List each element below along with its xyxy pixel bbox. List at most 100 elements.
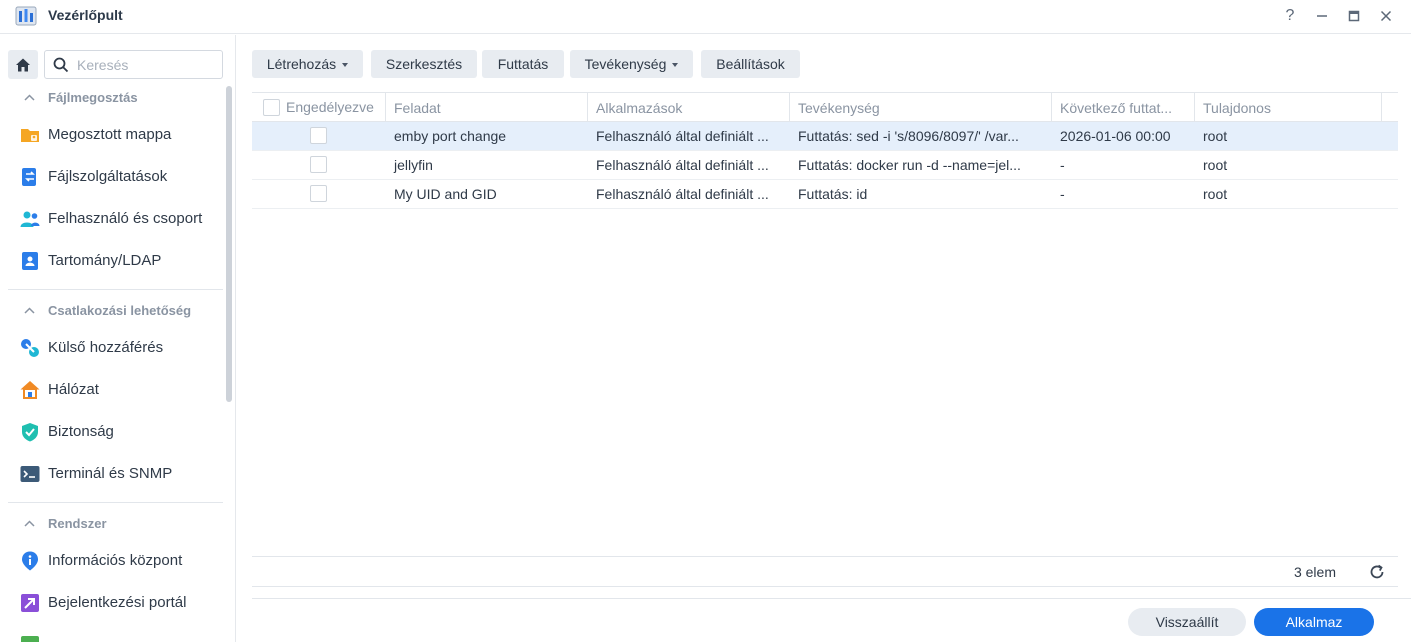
cell-task: jellyfin <box>394 157 433 173</box>
info-icon <box>22 551 38 571</box>
footer-divider <box>252 598 1411 599</box>
cell-task: emby port change <box>394 128 507 144</box>
sidebar-item-label: Hálózat <box>48 381 99 398</box>
section-title: Rendszer <box>48 515 107 531</box>
sidebar-item-label: Külső hozzáférés <box>48 339 164 356</box>
column-task[interactable]: Feladat <box>386 93 588 122</box>
create-label: Létrehozás <box>266 56 337 72</box>
users-icon <box>20 211 40 227</box>
sidebar-scrollbar[interactable] <box>226 86 232 402</box>
column-enabled[interactable]: Engedélyezve <box>252 93 386 122</box>
column-label: Engedélyezve <box>286 99 374 115</box>
search-box[interactable] <box>44 50 223 79</box>
cell-app: Felhasználó által definiált ... <box>596 186 769 202</box>
cell-app: Felhasználó által definiált ... <box>596 157 769 173</box>
column-applications[interactable]: Alkalmazások <box>588 93 790 122</box>
enabled-checkbox[interactable] <box>310 127 327 144</box>
refresh-icon[interactable] <box>1368 563 1386 581</box>
home-icon <box>16 58 30 71</box>
section-system[interactable]: Rendszer <box>22 513 107 533</box>
table-footer: 3 elem <box>252 556 1398 587</box>
cell-owner: root <box>1203 186 1228 202</box>
cell-next-run: - <box>1060 186 1065 202</box>
terminal-icon <box>20 466 40 482</box>
sidebar-item-info-center[interactable]: Információs központ <box>0 543 225 579</box>
task-table: Engedélyezve Feladat Alkalmazások Tevéke… <box>252 92 1398 587</box>
enabled-checkbox[interactable] <box>310 185 327 202</box>
sidebar-item-partial[interactable] <box>0 627 225 642</box>
create-dropdown-button[interactable]: Létrehozás <box>252 50 363 78</box>
sidebar-item-file-services[interactable]: Fájlszolgáltatások <box>0 159 225 195</box>
section-title: Csatlakozási lehetőség <box>48 302 192 318</box>
sidebar-item-label: Biztonság <box>48 423 114 440</box>
cell-action: Futtatás: id <box>798 186 868 202</box>
close-icon[interactable] <box>1374 4 1398 28</box>
network-house-icon <box>20 381 40 399</box>
action-label: Tevékenység <box>584 56 667 72</box>
edit-button[interactable]: Szerkesztés <box>371 50 477 78</box>
cell-next-run: - <box>1060 157 1065 173</box>
column-owner[interactable]: Tulajdonos <box>1195 93 1382 122</box>
caret-down-icon <box>672 63 679 67</box>
sidebar-item-login-portal[interactable]: Bejelentkezési portál <box>0 585 225 621</box>
action-dropdown-button[interactable]: Tevékenység <box>570 50 693 78</box>
sidebar-item-network[interactable]: Hálózat <box>0 372 225 408</box>
cell-action: Futtatás: docker run -d --name=jel... <box>798 157 1021 173</box>
sidebar-item-label: Bejelentkezési portál <box>48 594 187 611</box>
sidebar: Fájlmegosztás Megosztott mappa Fájlszolg… <box>0 35 236 642</box>
sidebar-item-domain-ldap[interactable]: Tartomány/LDAP <box>0 243 225 279</box>
search-input[interactable] <box>77 55 217 75</box>
run-button[interactable]: Futtatás <box>482 50 564 78</box>
chevron-up-icon <box>22 519 36 527</box>
caret-down-icon <box>342 63 349 67</box>
cell-app: Felhasználó által definiált ... <box>596 128 769 144</box>
login-portal-icon <box>21 594 39 612</box>
reset-button[interactable]: Visszaállít <box>1128 608 1246 636</box>
shield-icon <box>22 423 38 442</box>
table-row[interactable]: My UID and GID Felhasználó által definiá… <box>252 180 1398 209</box>
table-row[interactable]: jellyfin Felhasználó által definiált ...… <box>252 151 1398 180</box>
cell-task: My UID and GID <box>394 186 497 202</box>
title-bar: Vezérlőpult ? <box>0 0 1411 34</box>
help-icon[interactable]: ? <box>1278 4 1302 28</box>
cell-owner: root <box>1203 157 1228 173</box>
select-all-checkbox[interactable] <box>263 99 280 116</box>
control-panel-icon <box>15 6 37 26</box>
column-next-run[interactable]: Következő futtat... <box>1052 93 1195 122</box>
item-count: 3 elem <box>1293 564 1336 580</box>
sidebar-item-label: Információs központ <box>48 552 183 569</box>
minimize-icon[interactable] <box>1310 4 1334 28</box>
search-icon <box>53 57 69 73</box>
sidebar-item-external-access[interactable]: Külső hozzáférés <box>0 330 225 366</box>
apply-button[interactable]: Alkalmaz <box>1254 608 1374 636</box>
sidebar-item-label: Megosztott mappa <box>48 126 172 143</box>
maximize-icon[interactable] <box>1342 4 1366 28</box>
file-services-icon <box>22 168 36 186</box>
cell-owner: root <box>1203 128 1228 144</box>
column-action[interactable]: Tevékenység <box>790 93 1052 122</box>
sidebar-item-security[interactable]: Biztonság <box>0 414 225 450</box>
divider <box>8 289 223 290</box>
sidebar-item-label: Tartomány/LDAP <box>48 252 162 269</box>
section-title: Fájlmegosztás <box>48 89 138 105</box>
external-access-icon <box>21 339 39 357</box>
settings-button[interactable]: Beállítások <box>701 50 800 78</box>
section-connectivity[interactable]: Csatlakozási lehetőség <box>22 300 191 320</box>
table-header: Engedélyezve Feladat Alkalmazások Tevéke… <box>252 93 1398 122</box>
table-row[interactable]: emby port change Felhasználó által defin… <box>252 122 1398 151</box>
chevron-up-icon <box>22 306 36 314</box>
section-file-sharing[interactable]: Fájlmegosztás <box>22 87 138 107</box>
home-button[interactable] <box>8 50 38 79</box>
enabled-checkbox[interactable] <box>310 156 327 173</box>
sidebar-item-label: Fájlszolgáltatások <box>48 168 168 185</box>
cell-next-run: 2026-01-06 00:00 <box>1060 128 1171 144</box>
window-title: Vezérlőpult <box>48 7 123 23</box>
sidebar-item-terminal-snmp[interactable]: Terminál és SNMP <box>0 456 225 492</box>
sidebar-item-label: Terminál és SNMP <box>48 465 173 482</box>
sidebar-item-user-group[interactable]: Felhasználó és csoport <box>0 201 225 237</box>
green-app-icon <box>21 636 39 642</box>
sidebar-item-shared-folder[interactable]: Megosztott mappa <box>0 117 225 153</box>
chevron-up-icon <box>22 93 36 101</box>
folder-icon <box>21 129 39 142</box>
sidebar-item-label: Felhasználó és csoport <box>48 210 203 227</box>
